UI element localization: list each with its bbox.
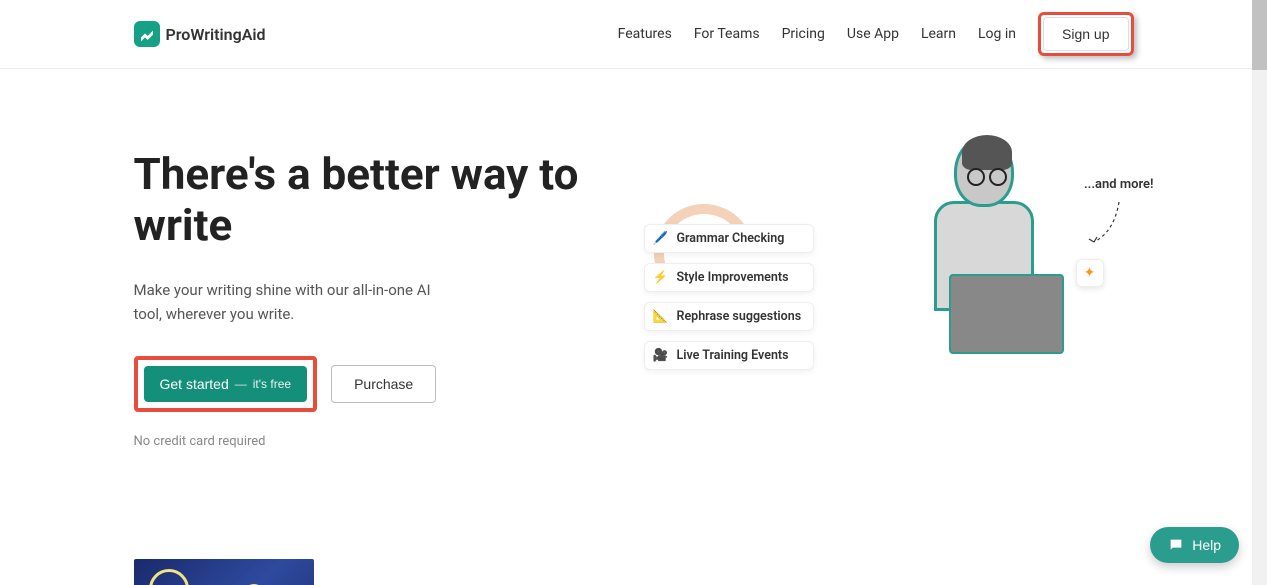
dotted-arrow-icon xyxy=(1084,197,1124,247)
nav-learn[interactable]: Learn xyxy=(921,26,956,42)
hero-title: There's a better way to write xyxy=(134,149,604,250)
get-started-highlight: Get started — it's free xyxy=(134,356,318,412)
sparkle-icon: ✦ xyxy=(1076,259,1104,287)
logo[interactable]: ProWritingAid xyxy=(134,21,266,47)
art-illustration: ౿ ⌇ ౿ ○ ~ xyxy=(134,559,474,585)
hero-ctas: Get started — it's free Purchase xyxy=(134,356,604,412)
logo-icon xyxy=(134,21,160,47)
pill-label: Rephrase suggestions xyxy=(677,309,802,324)
nav-features[interactable]: Features xyxy=(618,26,672,42)
person-illustration xyxy=(894,129,1074,389)
section-2: ౿ ⌇ ౿ ○ ~ Do you feel like your writing … xyxy=(134,479,1134,585)
nav-pricing[interactable]: Pricing xyxy=(782,26,825,42)
scroll-thumb[interactable] xyxy=(1252,0,1267,70)
hero-left: There's a better way to write Make your … xyxy=(134,129,604,449)
pen-icon: 🖊️ xyxy=(653,231,669,246)
starry-night-icon xyxy=(134,559,314,585)
nav-for-teams[interactable]: For Teams xyxy=(694,26,760,42)
pill-label: Live Training Events xyxy=(677,348,789,363)
camera-icon: 🎥 xyxy=(653,348,669,363)
scrollbar[interactable] xyxy=(1252,0,1267,585)
pill-grammar: 🖊️ Grammar Checking xyxy=(644,224,815,253)
pill-training: 🎥 Live Training Events xyxy=(644,341,815,370)
nav-use-app[interactable]: Use App xyxy=(847,26,899,42)
pill-label: Grammar Checking xyxy=(677,231,785,246)
get-started-label: Get started xyxy=(160,376,229,392)
help-button[interactable]: Help xyxy=(1150,527,1239,563)
cta-sep: — xyxy=(235,377,247,391)
and-more-text: ...and more! xyxy=(1084,177,1154,192)
sign-up-button[interactable]: Sign up xyxy=(1043,17,1128,51)
get-started-button[interactable]: Get started — it's free xyxy=(144,366,308,402)
purchase-button[interactable]: Purchase xyxy=(331,365,436,403)
nav-log-in[interactable]: Log in xyxy=(978,26,1016,42)
hero-section: There's a better way to write Make your … xyxy=(134,69,1134,479)
bolt-icon: ⚡ xyxy=(653,270,669,285)
hero-subtitle: Make your writing shine with our all-in-… xyxy=(134,278,444,326)
main-nav: Features For Teams Pricing Use App Learn… xyxy=(618,12,1134,56)
logo-text: ProWritingAid xyxy=(166,25,266,44)
ruler-icon: 📐 xyxy=(653,309,669,324)
cta-free: it's free xyxy=(253,377,291,391)
help-label: Help xyxy=(1192,537,1221,553)
pill-rephrase: 📐 Rephrase suggestions xyxy=(644,302,815,331)
site-header: ProWritingAid Features For Teams Pricing… xyxy=(0,0,1267,69)
pill-style: ⚡ Style Improvements xyxy=(644,263,815,292)
feature-pills: 🖊️ Grammar Checking ⚡ Style Improvements 📐… xyxy=(644,224,815,370)
pill-label: Style Improvements xyxy=(677,270,789,285)
chat-icon xyxy=(1168,537,1184,553)
signup-highlight: Sign up xyxy=(1038,12,1133,56)
hero-illustration: ✦ ...and more! 🖊️Grammar Checking ⚡Style… xyxy=(664,129,1134,449)
no-cc-text: No credit card required xyxy=(134,434,604,449)
